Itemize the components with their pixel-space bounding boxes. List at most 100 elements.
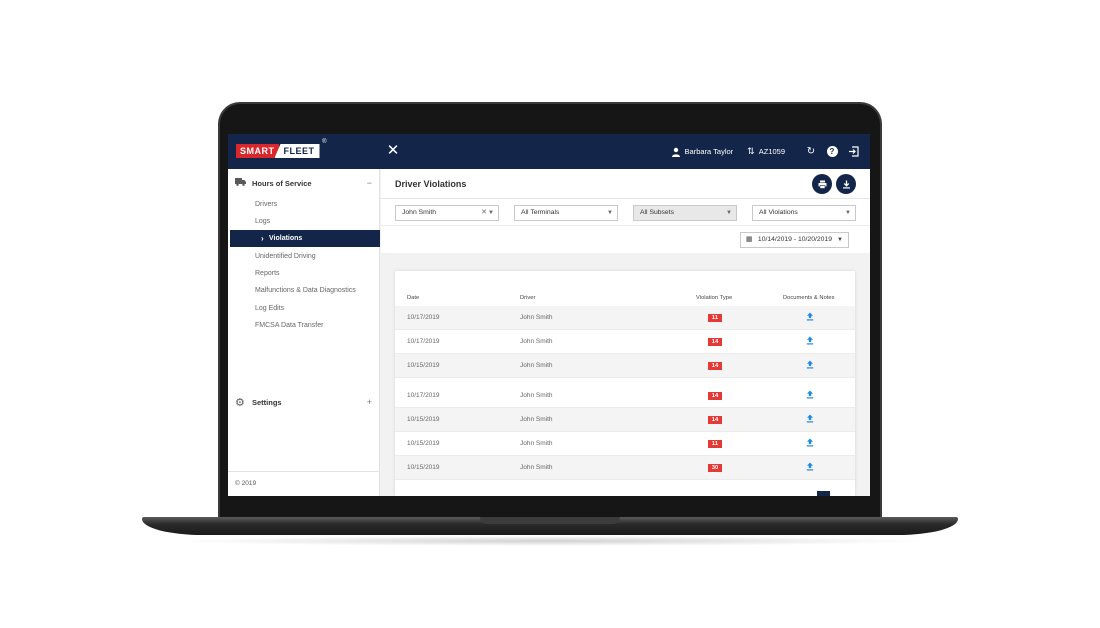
violation-badge: 14 bbox=[708, 416, 722, 424]
date-range-value: 10/14/2019 - 10/20/2019 bbox=[757, 236, 832, 243]
subsets-filter[interactable]: All Subsets ▼ bbox=[633, 205, 737, 221]
download-button[interactable] bbox=[836, 174, 856, 194]
user-icon bbox=[671, 147, 680, 157]
violations-table: Date Driver Violation Type Documents & N… bbox=[395, 271, 855, 496]
table-row[interactable]: 10/15/2019 John Smith 30 bbox=[395, 456, 855, 480]
column-header-documents[interactable]: Documents & Notes bbox=[783, 295, 835, 301]
violation-badge: 14 bbox=[708, 362, 722, 370]
sidebar: Hours of Service − Drivers Logs › Violat… bbox=[228, 169, 380, 496]
truck-icon bbox=[235, 178, 246, 188]
main-content: Driver Violations John Smith ✕ ▼ All Ter… bbox=[381, 169, 870, 496]
table-row[interactable]: 10/15/2019 John Smith 14 bbox=[395, 354, 855, 378]
sidebar-item-violations[interactable]: › Violations bbox=[230, 230, 380, 247]
violation-badge: 11 bbox=[708, 314, 722, 322]
cell-driver: John Smith bbox=[520, 362, 553, 369]
laptop-notch bbox=[480, 517, 620, 524]
column-header-date[interactable]: Date bbox=[407, 295, 419, 301]
logo-fleet-text: FLEET bbox=[274, 144, 320, 158]
expand-icon[interactable]: + bbox=[367, 397, 372, 407]
terminals-filter[interactable]: All Terminals ▼ bbox=[514, 205, 618, 221]
sidebar-section-settings[interactable]: ⚙ Settings + bbox=[228, 393, 380, 411]
table-row[interactable]: 10/17/2019 John Smith 11 bbox=[395, 306, 855, 330]
logout-icon[interactable] bbox=[846, 145, 860, 159]
upload-icon[interactable] bbox=[806, 462, 814, 472]
chevron-down-icon: ▼ bbox=[488, 210, 494, 216]
upload-icon[interactable] bbox=[806, 414, 814, 424]
sidebar-item-label: Violations bbox=[269, 235, 303, 242]
cell-date: 10/17/2019 bbox=[407, 392, 440, 399]
sidebar-section-hours-of-service[interactable]: Hours of Service − bbox=[228, 174, 380, 192]
collapse-icon[interactable]: − bbox=[367, 178, 372, 188]
logo-smart-text: SMART bbox=[236, 144, 279, 158]
sidebar-item-reports[interactable]: Reports bbox=[230, 265, 380, 282]
table-row[interactable]: 10/15/2019 John Smith 14 bbox=[395, 408, 855, 432]
top-bar-actions: Barbara Taylor ⇅ AZ1059 ↻ ? bbox=[671, 134, 860, 169]
violation-badge: 11 bbox=[708, 440, 722, 448]
upload-icon[interactable] bbox=[806, 390, 814, 400]
table-row[interactable]: 10/17/2019 John Smith 14 bbox=[395, 330, 855, 354]
column-header-violation-type[interactable]: Violation Type bbox=[696, 295, 732, 301]
refresh-icon[interactable]: ↻ bbox=[804, 145, 818, 159]
unit-selector[interactable]: ⇅ AZ1059 bbox=[747, 146, 785, 157]
smartfleet-logo[interactable]: SMART FLEET ® bbox=[236, 139, 327, 159]
user-menu[interactable]: Barbara Taylor bbox=[671, 147, 734, 157]
print-button[interactable] bbox=[812, 174, 832, 194]
page-title: Driver Violations bbox=[395, 179, 467, 189]
table-row[interactable]: 10/17/2019 John Smith 14 bbox=[395, 384, 855, 408]
user-name: Barbara Taylor bbox=[684, 147, 734, 156]
sidebar-item-logs[interactable]: Logs bbox=[230, 213, 380, 230]
copyright: © 2019 bbox=[228, 471, 380, 496]
pagination-button[interactable] bbox=[817, 491, 830, 496]
close-icon[interactable]: ✕ bbox=[386, 143, 400, 159]
sidebar-item-log-edits[interactable]: Log Edits bbox=[230, 300, 380, 317]
help-icon: ? bbox=[826, 146, 838, 157]
upload-icon[interactable] bbox=[806, 312, 814, 322]
cell-date: 10/15/2019 bbox=[407, 464, 440, 471]
driver-filter[interactable]: John Smith ✕ ▼ bbox=[395, 205, 499, 221]
sidebar-item-unidentified-driving[interactable]: Unidentified Driving bbox=[230, 248, 380, 265]
top-bar: SMART FLEET ® ✕ Barbara Taylor ⇅ AZ1059 … bbox=[228, 134, 870, 169]
calendar-icon: ▦ bbox=[745, 236, 753, 243]
violation-badge: 30 bbox=[708, 464, 722, 472]
cell-driver: John Smith bbox=[520, 338, 553, 345]
cell-date: 10/17/2019 bbox=[407, 314, 440, 321]
cell-driver: John Smith bbox=[520, 314, 553, 321]
filter-bar: John Smith ✕ ▼ All Terminals ▼ All Subse… bbox=[381, 199, 870, 226]
section-label: Settings bbox=[252, 397, 282, 407]
sidebar-item-malfunctions[interactable]: Malfunctions & Data Diagnostics bbox=[230, 282, 380, 299]
download-icon bbox=[842, 180, 850, 188]
upload-icon[interactable] bbox=[806, 336, 814, 346]
gear-icon: ⚙ bbox=[235, 396, 245, 409]
column-header-driver[interactable]: Driver bbox=[520, 295, 535, 301]
cell-date: 10/15/2019 bbox=[407, 440, 440, 447]
violations-filter-value: All Violations bbox=[759, 209, 798, 216]
section-label: Hours of Service bbox=[252, 178, 312, 188]
date-range-bar: ▦ 10/14/2019 - 10/20/2019 ▼ bbox=[381, 226, 870, 253]
upload-icon[interactable] bbox=[806, 360, 814, 370]
terminals-filter-value: All Terminals bbox=[521, 209, 560, 216]
logout-glyph bbox=[848, 146, 859, 157]
subsets-filter-value: All Subsets bbox=[640, 209, 675, 216]
laptop-shadow bbox=[170, 536, 930, 546]
table-row[interactable]: 10/15/2019 John Smith 11 bbox=[395, 432, 855, 456]
sidebar-item-fmcsa-transfer[interactable]: FMCSA Data Transfer bbox=[230, 317, 380, 334]
help-button[interactable]: ? bbox=[825, 145, 839, 159]
swap-icon: ⇅ bbox=[747, 146, 755, 156]
violations-filter[interactable]: All Violations ▼ bbox=[752, 205, 856, 221]
violation-badge: 14 bbox=[708, 392, 722, 400]
cell-driver: John Smith bbox=[520, 416, 553, 423]
cell-driver: John Smith bbox=[520, 440, 553, 447]
registered-mark: ® bbox=[322, 139, 327, 145]
upload-icon[interactable] bbox=[806, 438, 814, 448]
driver-filter-value: John Smith bbox=[402, 209, 437, 216]
sidebar-item-drivers[interactable]: Drivers bbox=[230, 196, 380, 213]
date-range-picker[interactable]: ▦ 10/14/2019 - 10/20/2019 ▼ bbox=[739, 232, 849, 248]
page-header: Driver Violations bbox=[381, 169, 870, 199]
cell-date: 10/15/2019 bbox=[407, 362, 440, 369]
clear-icon[interactable]: ✕ bbox=[481, 206, 487, 220]
violation-badge: 14 bbox=[708, 338, 722, 346]
chevron-down-icon: ▼ bbox=[837, 237, 843, 243]
chevron-down-icon: ▼ bbox=[726, 210, 732, 216]
app-screen: SMART FLEET ® ✕ Barbara Taylor ⇅ AZ1059 … bbox=[228, 134, 870, 496]
cell-date: 10/15/2019 bbox=[407, 416, 440, 423]
